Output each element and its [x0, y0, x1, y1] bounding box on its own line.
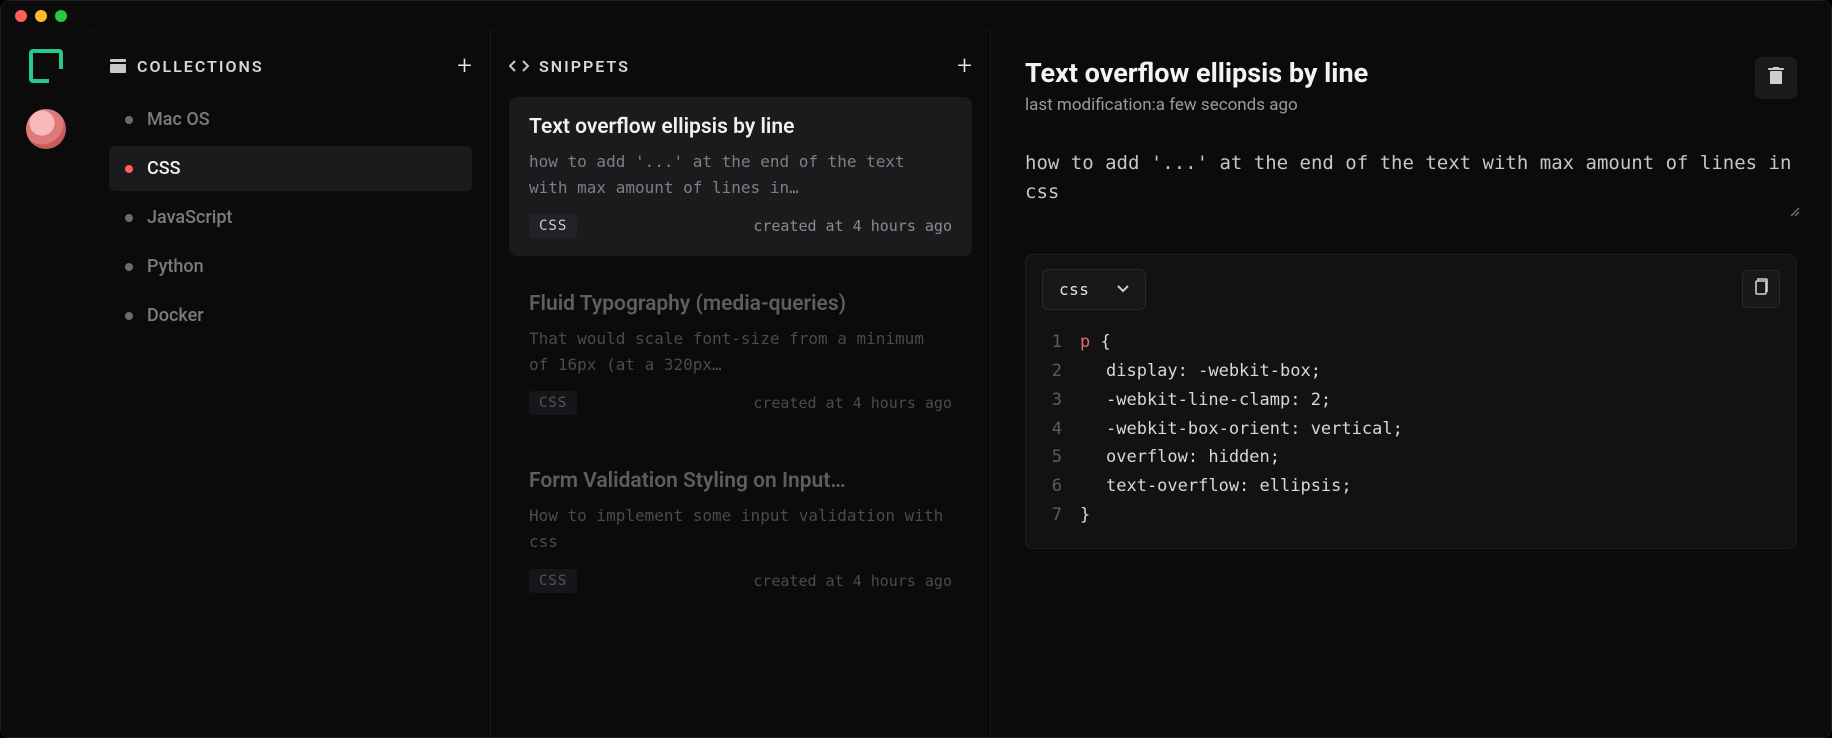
- snippet-card[interactable]: Text overflow ellipsis by line how to add…: [509, 97, 972, 256]
- code-line: 7}: [1042, 501, 1780, 530]
- resize-handle-icon[interactable]: [1789, 204, 1801, 226]
- snippet-card-footer: CSS created at 4 hours ago: [529, 214, 952, 238]
- delete-snippet-button[interactable]: [1755, 57, 1797, 99]
- main-layout: COLLECTIONS + Mac OS CSS JavaScript Python D…: [1, 31, 1831, 737]
- collection-item-label: CSS: [147, 158, 181, 179]
- line-number: 2: [1042, 357, 1062, 386]
- window-close-button[interactable]: [15, 10, 27, 22]
- collections-header: COLLECTIONS +: [109, 53, 472, 79]
- collection-dot-icon: [125, 214, 133, 222]
- snippet-tag: CSS: [529, 214, 577, 238]
- code-line: 3 -webkit-line-clamp: 2;: [1042, 386, 1780, 415]
- nav-rail: [1, 31, 91, 737]
- code-icon: [509, 59, 529, 73]
- snippet-card-title: Fluid Typography (media-queries): [529, 292, 952, 316]
- detail-title: Text overflow ellipsis by line: [1025, 57, 1368, 89]
- code-text: display: -webkit-box;: [1080, 357, 1321, 386]
- detail-sub-prefix: last modification:: [1025, 95, 1156, 115]
- snippet-card-footer: CSS created at 4 hours ago: [529, 569, 952, 593]
- line-number: 3: [1042, 386, 1062, 415]
- code-block: css 1 p { 2 display: -webkit-box; 3 -webkit-l…: [1025, 254, 1797, 549]
- collections-panel: COLLECTIONS + Mac OS CSS JavaScript Python D…: [91, 31, 491, 737]
- collections-list: Mac OS CSS JavaScript Python Docker: [109, 97, 472, 338]
- snippet-tag: CSS: [529, 569, 577, 593]
- collection-item-label: Python: [147, 256, 204, 277]
- line-number: 7: [1042, 501, 1062, 530]
- snippet-tag: CSS: [529, 391, 577, 415]
- add-collection-button[interactable]: +: [457, 53, 472, 79]
- line-number: 5: [1042, 443, 1062, 472]
- code-line: 2 display: -webkit-box;: [1042, 357, 1780, 386]
- line-number: 6: [1042, 472, 1062, 501]
- collections-title: COLLECTIONS: [137, 57, 264, 76]
- collection-dot-icon: [125, 312, 133, 320]
- collection-item-label: JavaScript: [147, 207, 232, 228]
- detail-last-modified: last modification:a few seconds ago: [1025, 95, 1368, 115]
- code-text: -webkit-line-clamp: 2;: [1080, 386, 1331, 415]
- code-line: 1 p {: [1042, 328, 1780, 357]
- language-select-value: css: [1059, 280, 1089, 299]
- code-line: 6 text-overflow: ellipsis;: [1042, 472, 1780, 501]
- snippet-detail: Text overflow ellipsis by line last modi…: [991, 31, 1831, 737]
- line-number: 1: [1042, 328, 1062, 357]
- code-lines[interactable]: 1 p { 2 display: -webkit-box; 3 -webkit-line-…: [1042, 328, 1780, 530]
- collection-item-label: Docker: [147, 305, 204, 326]
- chevron-down-icon: [1117, 281, 1129, 297]
- app-window: COLLECTIONS + Mac OS CSS JavaScript Python D…: [0, 0, 1832, 738]
- copy-code-button[interactable]: [1742, 270, 1780, 308]
- snippets-list: Text overflow ellipsis by line how to add…: [509, 97, 972, 611]
- copy-icon: [1753, 278, 1769, 300]
- detail-sub-value: a few seconds ago: [1156, 95, 1298, 115]
- code-text: overflow: hidden;: [1080, 443, 1280, 472]
- collection-dot-icon: [125, 116, 133, 124]
- add-snippet-button[interactable]: +: [957, 53, 972, 79]
- detail-description[interactable]: how to add '...' at the end of the text …: [1025, 149, 1797, 208]
- window-zoom-button[interactable]: [55, 10, 67, 22]
- code-line: 4 -webkit-box-orient: vertical;: [1042, 415, 1780, 444]
- code-text: p {: [1080, 328, 1111, 357]
- collection-item[interactable]: CSS: [109, 146, 472, 191]
- window-minimize-button[interactable]: [35, 10, 47, 22]
- code-text: text-overflow: ellipsis;: [1080, 472, 1352, 501]
- code-text: -webkit-box-orient: vertical;: [1080, 415, 1403, 444]
- snippet-created: created at 4 hours ago: [753, 394, 952, 412]
- collection-item[interactable]: Python: [109, 244, 472, 289]
- snippet-card-desc: How to implement some input validation w…: [529, 503, 952, 554]
- collection-item[interactable]: Mac OS: [109, 97, 472, 142]
- snippets-header: SNIPPETS +: [509, 53, 972, 79]
- snippet-card[interactable]: Form Validation Styling on Input… How to …: [509, 451, 972, 610]
- user-avatar[interactable]: [26, 109, 66, 149]
- trash-icon: [1768, 67, 1784, 89]
- code-text: }: [1080, 501, 1090, 530]
- snippets-panel: SNIPPETS + Text overflow ellipsis by lin…: [491, 31, 991, 737]
- snippet-card-footer: CSS created at 4 hours ago: [529, 391, 952, 415]
- snippet-card-desc: That would scale font-size from a minimu…: [529, 326, 952, 377]
- snippet-card-desc: how to add '...' at the end of the text …: [529, 149, 952, 200]
- collection-dot-icon: [125, 165, 133, 173]
- snippets-title: SNIPPETS: [539, 57, 630, 76]
- collection-item-label: Mac OS: [147, 109, 210, 130]
- code-line: 5 overflow: hidden;: [1042, 443, 1780, 472]
- snippet-card-title: Form Validation Styling on Input…: [529, 469, 952, 493]
- collection-item[interactable]: JavaScript: [109, 195, 472, 240]
- app-logo-icon[interactable]: [29, 49, 63, 83]
- snippet-created: created at 4 hours ago: [753, 572, 952, 590]
- language-select[interactable]: css: [1042, 269, 1146, 310]
- detail-description-text: how to add '...' at the end of the text …: [1025, 152, 1791, 203]
- collection-dot-icon: [125, 263, 133, 271]
- collection-item[interactable]: Docker: [109, 293, 472, 338]
- snippet-card[interactable]: Fluid Typography (media-queries) That wou…: [509, 274, 972, 433]
- collections-icon: [109, 58, 127, 74]
- window-titlebar: [1, 1, 1831, 31]
- line-number: 4: [1042, 415, 1062, 444]
- snippet-created: created at 4 hours ago: [753, 217, 952, 235]
- snippet-card-title: Text overflow ellipsis by line: [529, 115, 952, 139]
